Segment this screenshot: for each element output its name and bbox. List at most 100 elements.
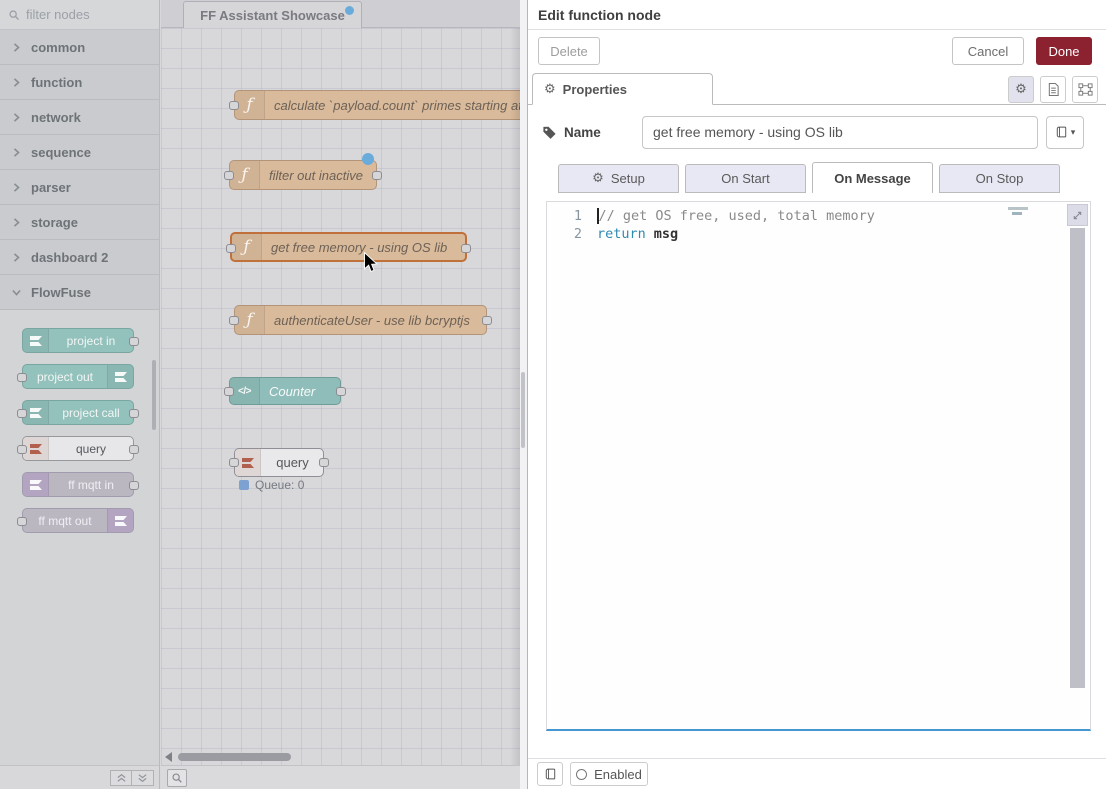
node-port[interactable] <box>461 244 471 253</box>
palette-category-label: sequence <box>31 145 91 160</box>
palette-node-ff-mqtt-in[interactable]: ff mqtt in <box>22 472 134 497</box>
function-icon: ƒ <box>230 161 260 189</box>
flow-tab[interactable]: FF Assistant Showcase <box>183 1 362 28</box>
node-port[interactable] <box>336 387 346 396</box>
node-port[interactable] <box>226 244 236 253</box>
editor-minimap <box>1008 207 1050 216</box>
node-port[interactable] <box>229 458 239 467</box>
node-port[interactable] <box>224 171 234 180</box>
node-calculate-primes[interactable]: ƒ calculate `payload.count` primes start… <box>234 90 520 120</box>
node-port[interactable] <box>129 409 139 418</box>
palette-category-storage[interactable]: storage <box>0 205 159 240</box>
node-status: Queue: 0 <box>239 478 304 492</box>
library-footer-button[interactable] <box>537 762 563 786</box>
flowfuse-icon <box>107 509 133 532</box>
tab-on-stop[interactable]: On Stop <box>939 164 1060 193</box>
flowfuse-icon <box>107 365 133 388</box>
node-port[interactable] <box>129 337 139 346</box>
properties-tab-label: Properties <box>563 82 627 97</box>
name-input[interactable] <box>642 116 1038 149</box>
edit-properties-button[interactable]: ⚙ <box>1008 76 1034 103</box>
scroll-left-arrow[interactable] <box>165 752 172 762</box>
node-port[interactable] <box>482 316 492 325</box>
cancel-button[interactable]: Cancel <box>952 37 1024 65</box>
edit-description-button[interactable] <box>1040 76 1066 103</box>
node-query[interactable]: query <box>234 448 324 477</box>
palette-node-ff-mqtt-out[interactable]: ff mqtt out <box>22 508 134 533</box>
tab-on-start[interactable]: On Start <box>685 164 806 193</box>
palette-category-label: storage <box>31 215 78 230</box>
palette-node-project-call[interactable]: project call <box>22 400 134 425</box>
flowfuse-icon <box>23 329 49 352</box>
expand-all-button[interactable] <box>132 770 154 786</box>
template-icon: </> <box>230 378 260 404</box>
node-port[interactable] <box>129 445 139 454</box>
palette-category-common[interactable]: common <box>0 30 159 65</box>
search-flows-button[interactable] <box>167 769 187 787</box>
node-port[interactable] <box>319 458 329 467</box>
name-row: Name ▾ <box>528 115 1106 149</box>
node-port[interactable] <box>17 517 27 526</box>
palette-node-project-out[interactable]: project out <box>22 364 134 389</box>
library-button[interactable]: ▾ <box>1046 116 1084 149</box>
tag-icon <box>542 125 557 140</box>
node-port[interactable] <box>17 409 27 418</box>
flow-tab-label: FF Assistant Showcase <box>200 8 345 23</box>
palette-category-function[interactable]: function <box>0 65 159 100</box>
done-button[interactable]: Done <box>1036 37 1092 65</box>
collapse-all-button[interactable] <box>110 770 132 786</box>
editor-scrollbar[interactable] <box>1070 228 1085 688</box>
workspace-tab-bar: FF Assistant Showcase <box>161 0 520 28</box>
palette-node-project-in[interactable]: project in <box>22 328 134 353</box>
appearance-icon <box>1078 82 1093 97</box>
node-get-free-memory[interactable]: ƒ get free memory - using OS lib <box>230 232 467 262</box>
scrollbar-thumb[interactable] <box>521 372 525 448</box>
node-port[interactable] <box>372 171 382 180</box>
modified-dot <box>345 6 354 15</box>
palette-node-query[interactable]: query <box>22 436 134 461</box>
palette-category-sequence[interactable]: sequence <box>0 135 159 170</box>
palette-node-label: project call <box>49 406 133 420</box>
delete-button[interactable]: Delete <box>538 37 600 65</box>
status-dot <box>239 480 249 490</box>
tab-setup[interactable]: ⚙ Setup <box>558 164 679 193</box>
tab-properties[interactable]: ⚙ Properties <box>532 73 713 105</box>
canvas-horizontal-scrollbar[interactable] <box>161 752 520 762</box>
tab-on-message[interactable]: On Message <box>812 162 933 193</box>
enabled-toggle[interactable]: Enabled <box>570 762 648 786</box>
name-label: Name <box>564 125 601 140</box>
node-port[interactable] <box>229 316 239 325</box>
palette-category-dashboard2[interactable]: dashboard 2 <box>0 240 159 275</box>
node-port[interactable] <box>129 481 139 490</box>
palette-category-flowfuse[interactable]: FlowFuse <box>0 275 159 310</box>
scrollbar-thumb[interactable] <box>178 753 291 761</box>
palette-node-label: query <box>49 442 133 456</box>
node-authenticate-user[interactable]: ƒ authenticateUser - use lib bcryptjs <box>234 305 487 335</box>
palette-node-label: project in <box>49 334 133 348</box>
palette-search[interactable] <box>0 0 159 30</box>
tray-header: Edit function node <box>528 0 1106 30</box>
node-appearance-button[interactable] <box>1072 76 1098 103</box>
book-icon <box>1055 125 1068 139</box>
node-port[interactable] <box>224 387 234 396</box>
palette-footer <box>0 765 159 789</box>
palette-node-label: ff mqtt out <box>23 514 107 528</box>
chevron-right-icon <box>12 148 21 157</box>
flow-canvas[interactable]: ƒ calculate `payload.count` primes start… <box>161 28 520 765</box>
node-counter[interactable]: </> Counter <box>229 377 341 405</box>
editor-expand-button[interactable] <box>1067 204 1088 226</box>
palette-category-network[interactable]: network <box>0 100 159 135</box>
palette-search-input[interactable] <box>26 7 141 22</box>
gear-icon: ⚙ <box>592 172 604 185</box>
function-tabs: ⚙ Setup On Start On Message On Stop <box>528 162 1106 193</box>
node-port[interactable] <box>17 373 27 382</box>
canvas-vertical-scrollbar[interactable] <box>520 0 527 789</box>
function-icon: ƒ <box>235 306 265 334</box>
node-label: Counter <box>260 384 340 399</box>
node-filter-out-inactive[interactable]: ƒ filter out inactive <box>229 160 377 190</box>
node-port[interactable] <box>17 445 27 454</box>
code-editor[interactable]: 1 // get OS free, used, total memory 2 r… <box>546 201 1091 731</box>
node-port[interactable] <box>229 101 239 110</box>
palette-category-parser[interactable]: parser <box>0 170 159 205</box>
palette-scrollbar[interactable] <box>152 360 156 430</box>
